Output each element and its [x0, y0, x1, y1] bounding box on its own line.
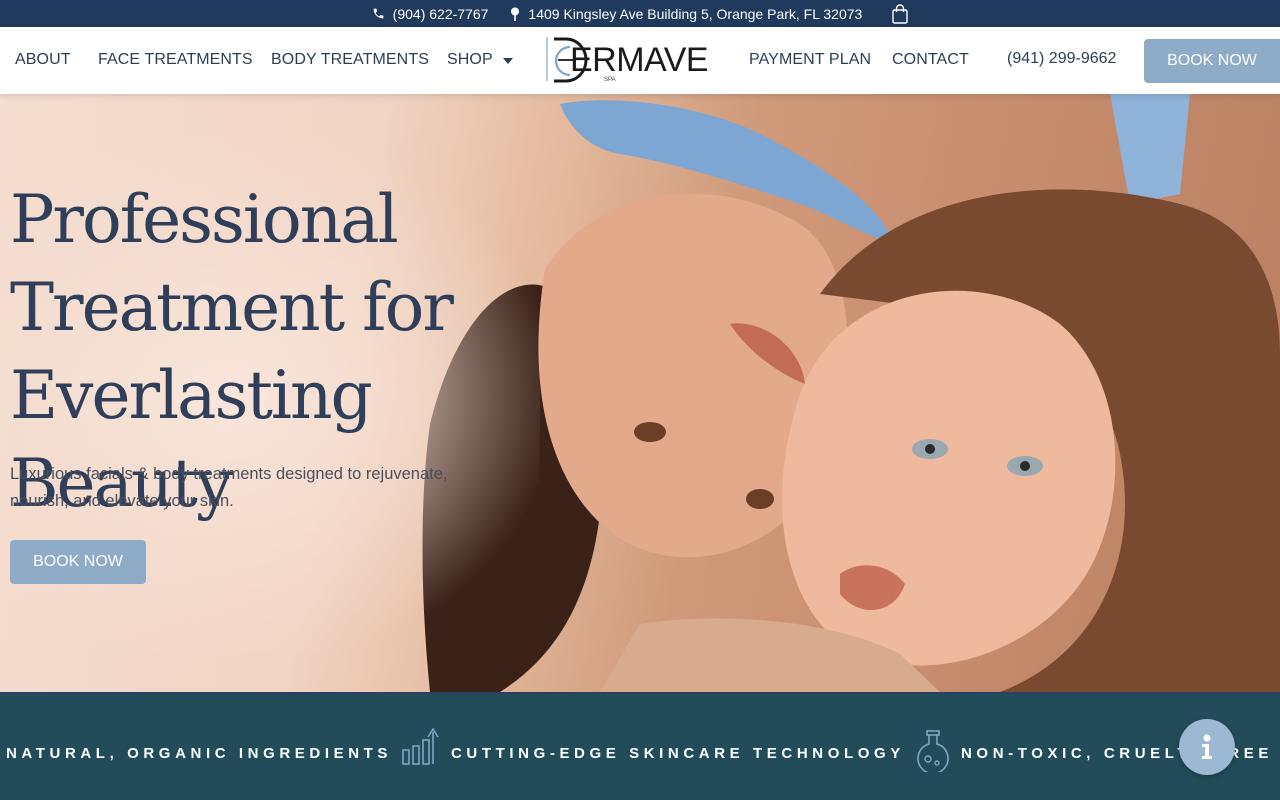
- info-icon: [1202, 734, 1212, 759]
- nav-book-now-button[interactable]: BOOK NOW: [1144, 39, 1280, 83]
- shopping-bag-icon[interactable]: [892, 3, 909, 24]
- nav-payment-plan[interactable]: PAYMENT PLAN: [749, 51, 871, 69]
- hero-lead: Luxurious facials & body treatments desi…: [10, 465, 448, 510]
- topbar-address[interactable]: 1409 Kingsley Ave Building 5, Orange Par…: [510, 6, 862, 22]
- chart-arrow-icon: [402, 727, 439, 765]
- logo[interactable]: ERMAVE SPA: [544, 35, 716, 85]
- nav-contact[interactable]: CONTACT: [892, 51, 969, 69]
- hero-section: Professional Treatment for Everlasting B…: [0, 94, 1280, 692]
- topbar-address-text: 1409 Kingsley Ave Building 5, Orange Par…: [528, 5, 863, 22]
- logo-wordmark: ERMAVE: [570, 41, 709, 79]
- nav-face-treatments[interactable]: FACE TREATMENTS: [98, 51, 253, 69]
- topbar-phone-text: (904) 622-7767: [392, 5, 489, 22]
- nav-body-treatments[interactable]: BODY TREATMENTS: [271, 51, 429, 69]
- feature-ticker: NATURAL, ORGANIC INGREDIENTS CUTTING-EDG…: [0, 692, 1280, 800]
- nav-phone[interactable]: (941) 299-9662: [1007, 50, 1116, 68]
- ticker-item: CUTTING-EDGE SKINCARE TECHNOLOGY: [451, 745, 905, 762]
- nav-about[interactable]: ABOUT: [15, 51, 71, 69]
- map-pin-icon: [510, 7, 520, 21]
- flask-icon: [917, 730, 949, 772]
- top-info-bar: (904) 622-7767 1409 Kingsley Ave Buildin…: [0, 0, 1280, 27]
- topbar-phone[interactable]: (904) 622-7767: [372, 5, 489, 22]
- ticker-item: NATURAL, ORGANIC INGREDIENTS: [6, 745, 393, 762]
- logo-subtitle: SPA: [604, 77, 616, 83]
- chevron-down-icon[interactable]: [503, 58, 513, 64]
- hero-book-now-button[interactable]: BOOK NOW: [10, 540, 146, 584]
- phone-icon: [372, 7, 385, 20]
- main-nav: ABOUT FACE TREATMENTS BODY TREATMENTS SH…: [0, 27, 1280, 94]
- info-button[interactable]: [1179, 719, 1235, 775]
- nav-shop[interactable]: SHOP: [447, 51, 493, 69]
